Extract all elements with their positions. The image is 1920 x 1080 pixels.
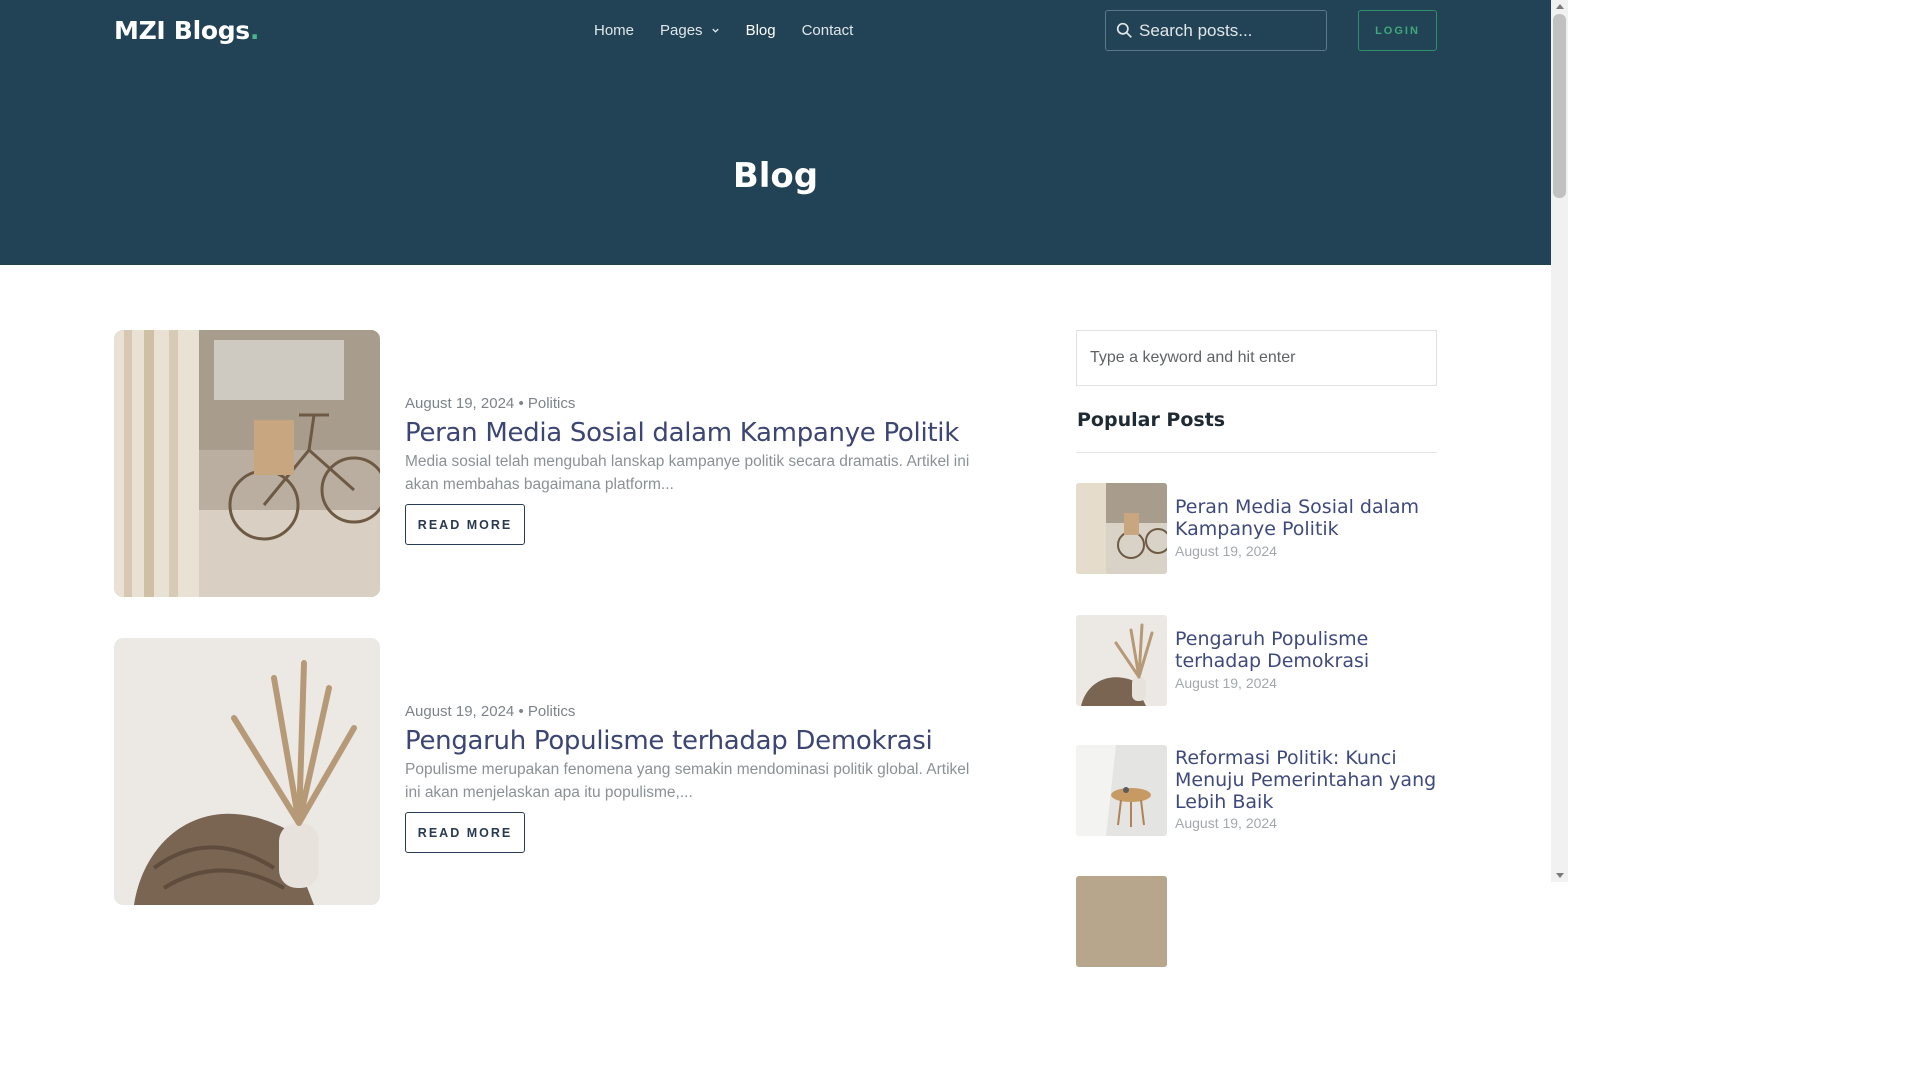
popular-post-thumbnail[interactable] [1076,745,1167,836]
popular-post-thumbnail[interactable] [1076,615,1167,706]
post-excerpt: Populisme merupakan fenomena yang semaki… [405,761,970,801]
popular-post-title[interactable]: Pengaruh Populisme terhadap Demokrasi [1175,628,1437,672]
nav-pages-label: Pages [660,22,703,39]
popular-post-date: August 19, 2024 [1175,815,1277,831]
divider [1076,452,1437,453]
scroll-down-arrow-icon[interactable] [1556,873,1564,878]
popular-post-thumbnail[interactable] [1076,876,1167,967]
popular-post-title[interactable]: Peran Media Sosial dalam Kampanye Politi… [1175,496,1437,540]
post-date: August 19, 2024 [405,395,515,412]
nav-blog[interactable]: Blog [746,22,776,39]
scroll-up-arrow-icon[interactable] [1556,4,1564,9]
read-more-button[interactable]: READ MORE [405,812,525,853]
popular-post-date: August 19, 2024 [1175,675,1277,691]
popular-post-date: August 19, 2024 [1175,543,1277,559]
header-search-input[interactable] [1139,20,1319,41]
chevron-down-icon [711,28,719,33]
site-logo[interactable]: MZI Blogs. [114,16,259,45]
post-thumbnail[interactable] [114,638,380,905]
sidebar-search [1076,330,1437,386]
nav-home[interactable]: Home [594,22,634,39]
post-meta: August 19, 2024 • Politics [405,395,575,412]
scrollbar-thumb[interactable] [1553,14,1566,198]
popular-post-thumbnail[interactable] [1076,483,1167,574]
meta-separator: • [518,395,524,412]
post-excerpt: Media sosial telah mengubah lanskap kamp… [405,453,970,493]
post-title[interactable]: Pengaruh Populisme terhadap Demokrasi [405,726,933,756]
search-icon [1116,22,1132,38]
logo-dot: . [249,16,260,45]
page-scrollbar[interactable] [1551,0,1568,882]
popular-post-title[interactable]: Reformasi Politik: Kunci Menuju Pemerint… [1175,747,1437,813]
nav-contact[interactable]: Contact [802,22,854,39]
main-nav: Home Pages Blog Contact [594,22,879,39]
meta-separator: • [518,703,524,720]
post-thumbnail[interactable] [114,330,380,597]
page-title: Blog [732,156,819,196]
post-category[interactable]: Politics [528,703,576,720]
popular-posts-heading: Popular Posts [1077,409,1226,431]
post-meta: August 19, 2024 • Politics [405,703,575,720]
login-button[interactable]: LOGIN [1358,10,1437,51]
post-title[interactable]: Peran Media Sosial dalam Kampanye Politi… [405,418,959,448]
header-search [1105,10,1327,51]
read-more-button[interactable]: READ MORE [405,504,525,545]
nav-pages[interactable]: Pages [660,22,720,39]
post-category[interactable]: Politics [528,395,576,412]
post-date: August 19, 2024 [405,703,515,720]
site-header: MZI Blogs. Home Pages Blog Contact LOGIN… [0,0,1551,265]
logo-text: MZI Blogs [114,16,250,45]
sidebar-search-input[interactable] [1090,349,1420,367]
